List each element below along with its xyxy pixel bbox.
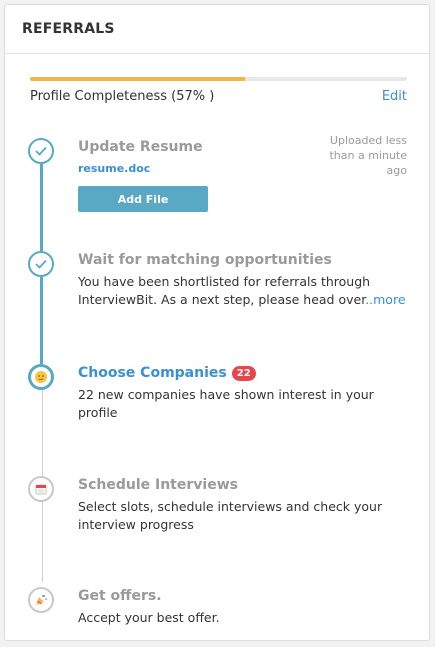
step-choose-companies: Choose Companies 22 22 new companies have… bbox=[78, 364, 408, 422]
step-schedule-interviews: Schedule Interviews Select slots, schedu… bbox=[78, 476, 408, 534]
party-popper-icon bbox=[34, 593, 48, 607]
step-description: Accept your best offer. bbox=[78, 610, 220, 625]
step-description: Select slots, schedule interviews and ch… bbox=[78, 499, 383, 532]
check-icon bbox=[35, 259, 47, 269]
step-status-node bbox=[28, 476, 54, 502]
timeline-connector bbox=[41, 502, 43, 582]
calendar-icon bbox=[35, 483, 47, 495]
step-wait-matching: Wait for matching opportunities You have… bbox=[78, 251, 408, 309]
step-title: Get offers. bbox=[78, 588, 162, 604]
step-title: Schedule Interviews bbox=[78, 477, 238, 493]
step-status-node bbox=[28, 587, 54, 613]
upload-timestamp: Uploaded less than a minute ago bbox=[329, 134, 407, 177]
resume-file-link[interactable]: resume.doc bbox=[78, 162, 150, 175]
step-description: 22 new companies have shown interest in … bbox=[78, 387, 374, 420]
step-description: You have been shortlisted for referrals … bbox=[78, 273, 408, 309]
step-get-offers: Get offers. Accept your best offer. bbox=[78, 587, 408, 627]
companies-count-badge: 22 bbox=[231, 366, 256, 381]
step-title[interactable]: Choose Companies bbox=[78, 365, 227, 381]
timeline-connector bbox=[41, 390, 43, 476]
add-file-button[interactable]: Add File bbox=[78, 186, 208, 212]
referrals-card: REFERRALS Profile Completeness (57% ) Ed… bbox=[4, 4, 430, 641]
step-description-text: You have been shortlisted for referrals … bbox=[78, 274, 371, 307]
timeline-connector bbox=[40, 277, 43, 364]
read-more-link[interactable]: ..more bbox=[365, 292, 405, 307]
step-status-node bbox=[28, 138, 54, 164]
thinking-face-icon bbox=[34, 370, 48, 384]
referral-timeline: Update Resume resume.doc Uploaded less t… bbox=[5, 5, 429, 640]
timeline-connector bbox=[40, 164, 43, 251]
step-status-node bbox=[28, 364, 54, 390]
step-status-node bbox=[28, 251, 54, 277]
check-icon bbox=[35, 146, 47, 156]
step-title: Wait for matching opportunities bbox=[78, 252, 332, 268]
step-title-row[interactable]: Choose Companies 22 bbox=[78, 364, 408, 382]
